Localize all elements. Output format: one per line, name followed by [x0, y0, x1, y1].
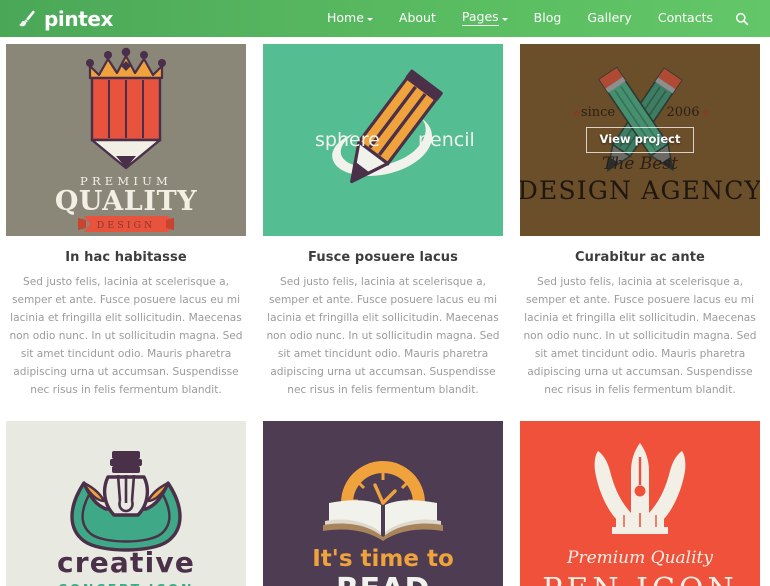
svg-text:pencil: pencil — [418, 129, 475, 151]
site-header: pintex Home About Pages Blog Gallery Con… — [0, 0, 770, 37]
nav-label: Home — [327, 10, 364, 26]
portfolio-grid: PREMIUM QUALITY DESIGN In hac habitasse … — [0, 37, 770, 586]
thumbnail-premium-quality-design-logo[interactable]: PREMIUM QUALITY DESIGN — [6, 44, 246, 236]
svg-text:QUALITY: QUALITY — [55, 186, 197, 217]
portfolio-item: PREMIUM QUALITY DESIGN In hac habitasse … — [6, 44, 246, 399]
pen-icon-crown-logo: Premium Quality PEN ICON — [520, 421, 760, 586]
thumbnail-creative-concept-icon-logo[interactable]: creative CONCEPT ICON — [6, 421, 246, 586]
row-spacer — [6, 399, 764, 421]
portfolio-item: sphere pencil Fusce posuere lacus Sed ju… — [263, 44, 503, 399]
nav-item-about[interactable]: About — [386, 0, 449, 37]
nav-item-pages[interactable]: Pages — [449, 0, 521, 37]
svg-text:creative: creative — [57, 546, 195, 579]
search-button[interactable] — [726, 0, 754, 37]
nav-label: About — [398, 10, 436, 26]
nav-label: Contacts — [657, 10, 713, 26]
nav-item-gallery[interactable]: Gallery — [574, 0, 645, 37]
portfolio-item: creative CONCEPT ICON — [6, 421, 246, 586]
view-project-button[interactable]: View project — [585, 126, 695, 154]
thumbnail-pen-icon-crown-logo[interactable]: Premium Quality PEN ICON — [520, 421, 760, 586]
creative-concept-icon-logo: creative CONCEPT ICON — [6, 421, 246, 586]
svg-text:Premium Quality: Premium Quality — [566, 548, 713, 568]
portfolio-item-description: Sed justo felis, lacinia at scelerisque … — [523, 276, 757, 396]
svg-text:It's time to: It's time to — [312, 546, 454, 572]
portfolio-item: It's time to READ — [263, 421, 503, 586]
paintbrush-icon — [19, 10, 35, 26]
premium-quality-design-logo: PREMIUM QUALITY DESIGN — [6, 44, 246, 236]
thumbnail-its-time-to-read-logo[interactable]: It's time to READ — [263, 421, 503, 586]
nav-item-contacts[interactable]: Contacts — [645, 0, 726, 37]
nav-label: Pages — [461, 10, 499, 27]
portfolio-item-title: Fusce posuere lacus — [308, 250, 458, 265]
nav-label: Blog — [533, 10, 562, 26]
its-time-to-read-logo: It's time to READ — [263, 421, 503, 586]
portfolio-item-description: Sed justo felis, lacinia at scelerisque … — [9, 276, 243, 396]
svg-text:CONCEPT ICON: CONCEPT ICON — [58, 581, 194, 586]
chevron-down-icon — [366, 18, 373, 21]
chevron-down-icon — [501, 18, 508, 21]
portfolio-item: Premium Quality PEN ICON — [520, 421, 760, 586]
search-icon — [735, 12, 749, 25]
thumbnail-hover-overlay: View project — [520, 44, 760, 236]
svg-text:DESIGN: DESIGN — [97, 220, 156, 231]
svg-text:PEN ICON: PEN ICON — [542, 572, 738, 586]
portfolio-item-title: In hac habitasse — [65, 250, 187, 265]
portfolio-item-description: Sed justo felis, lacinia at scelerisque … — [266, 276, 500, 396]
thumbnail-sphere-pencil-logo[interactable]: sphere pencil — [263, 44, 503, 236]
nav-item-blog[interactable]: Blog — [521, 0, 575, 37]
svg-text:sphere: sphere — [315, 129, 380, 151]
nav-label: Gallery — [587, 10, 632, 26]
portfolio-item: since 2006 ★ ★ The Best DESIGN AGENCY Vi… — [520, 44, 760, 399]
main-navigation: Home About Pages Blog Gallery Contacts — [314, 0, 754, 37]
nav-item-home[interactable]: Home — [314, 0, 386, 37]
brand-logo[interactable]: pintex — [17, 9, 113, 29]
portfolio-item-title: Curabitur ac ante — [575, 250, 705, 265]
brand-name: pintex — [44, 6, 114, 31]
svg-text:READ: READ — [336, 572, 430, 586]
sphere-pencil-logo: sphere pencil — [263, 44, 503, 236]
thumbnail-design-agency-logo[interactable]: since 2006 ★ ★ The Best DESIGN AGENCY Vi… — [520, 44, 760, 236]
